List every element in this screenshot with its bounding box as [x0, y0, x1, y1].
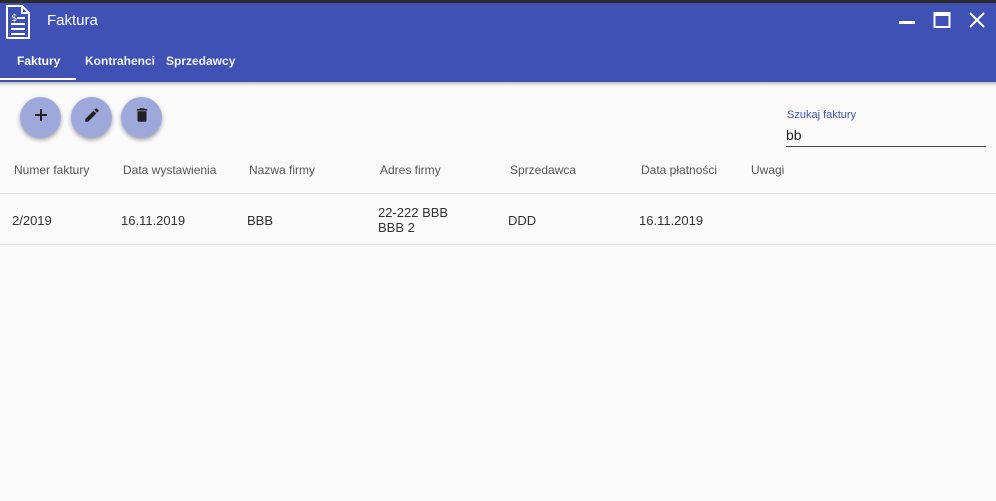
close-button[interactable] [966, 11, 988, 33]
column-header-data-wystawienia[interactable]: Data wystawienia [123, 163, 216, 177]
column-header-uwagi[interactable]: Uwagi [751, 163, 784, 177]
column-header-numer-faktury[interactable]: Numer faktury [14, 163, 89, 177]
svg-text:$: $ [11, 13, 17, 24]
trash-icon [133, 106, 151, 129]
tab-faktury[interactable]: Faktury [17, 46, 60, 80]
plus-icon [33, 107, 49, 128]
cell-adres-firmy-line2: BBB 2 [378, 220, 415, 235]
cell-data-wystawienia: 16.11.2019 [121, 213, 186, 228]
minimize-icon [898, 11, 916, 34]
title-bar: $ Faktura [0, 3, 996, 41]
search-label: Szukaj faktury [787, 109, 857, 121]
maximize-button[interactable] [931, 11, 953, 33]
app-bar: $ Faktura Faktury Kontrahenci Sprzedawcy [0, 0, 996, 82]
edit-invoice-button[interactable] [71, 97, 112, 138]
app-bar-shadow [0, 82, 996, 86]
column-header-nazwa-firmy[interactable]: Nazwa firmy [249, 163, 315, 177]
cell-sprzedawca: DDD [508, 213, 537, 228]
maximize-icon [933, 11, 951, 34]
minimize-button[interactable] [896, 11, 918, 33]
search-input[interactable] [786, 123, 986, 147]
active-tab-indicator [0, 78, 76, 80]
close-icon [968, 11, 986, 34]
column-header-data-platnosci[interactable]: Data płatności [641, 163, 717, 177]
tab-sprzedawcy[interactable]: Sprzedawcy [166, 46, 235, 80]
table-row[interactable]: 2/2019 16.11.2019 BBB 22-222 BBB BBB 2 D… [0, 194, 996, 244]
cell-numer-faktury: 2/2019 [12, 213, 52, 228]
cell-nazwa-firmy: BBB [247, 213, 274, 228]
column-header-sprzedawca[interactable]: Sprzedawca [510, 163, 576, 177]
table-row-divider [0, 244, 996, 245]
invoice-document-icon: $ [5, 4, 31, 40]
window-title: Faktura [47, 12, 98, 29]
column-header-adres-firmy[interactable]: Adres firmy [380, 163, 441, 177]
tab-kontrahenci[interactable]: Kontrahenci [85, 46, 155, 80]
cell-adres-firmy-line1: 22-222 BBB [378, 205, 449, 220]
add-invoice-button[interactable] [20, 97, 61, 138]
cell-data-platnosci: 16.11.2019 [639, 213, 704, 228]
pencil-icon [83, 106, 101, 129]
delete-invoice-button[interactable] [121, 97, 162, 138]
